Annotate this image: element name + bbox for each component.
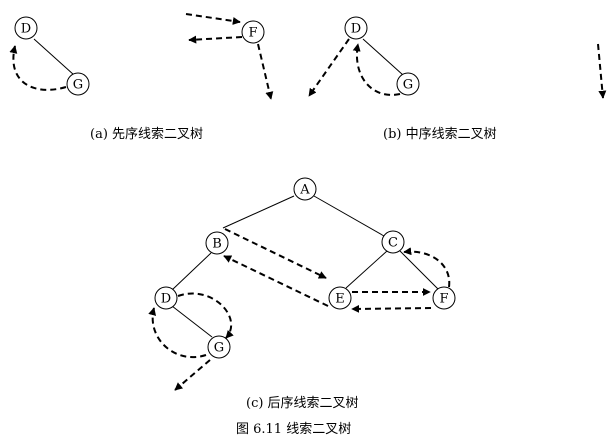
- thread-a-to-f-from-left: [185, 13, 241, 25]
- node-label-a-f: F: [248, 26, 257, 41]
- node-c-d: D: [154, 286, 178, 310]
- node-label-c-e: E: [335, 292, 345, 307]
- thread-c-f-to-e: [351, 304, 432, 313]
- caption-b: (b) 中序线索二叉树: [383, 127, 497, 142]
- node-label-c-g: G: [214, 341, 224, 356]
- node-label-c-b: B: [212, 237, 222, 252]
- diagram-c-postorder: A B C D E F G: [148, 177, 456, 391]
- thread-c-f-to-c: [403, 247, 451, 288]
- thread-c-g-to-d: [148, 307, 207, 358]
- node-label-a-d: D: [21, 22, 31, 37]
- thread-b-right: [597, 43, 607, 99]
- edge-c-c-e: [345, 250, 388, 289]
- thread-a-f-left: [188, 35, 243, 44]
- edge-b-d-g: [362, 38, 404, 76]
- thread-a-g-to-d: [9, 45, 67, 91]
- node-c-g: G: [207, 335, 231, 359]
- node-c-a: A: [293, 177, 317, 201]
- thread-c-g-out: [174, 359, 211, 391]
- node-a-g: G: [66, 72, 90, 96]
- node-label-c-c: C: [388, 236, 398, 251]
- node-c-c: C: [381, 230, 405, 254]
- edge-c-a-c: [313, 195, 385, 237]
- thread-b-g-to-d: [352, 43, 401, 96]
- node-label-b-d: D: [351, 22, 361, 37]
- edge-c-d-g: [171, 305, 213, 338]
- edge-a-d-g: [33, 38, 75, 76]
- caption-a: (a) 先序线索二叉树: [90, 127, 203, 142]
- node-b-d: D: [344, 16, 368, 40]
- caption-c: (c) 后序线索二叉树: [246, 396, 359, 411]
- edge-c-c-f: [399, 250, 439, 290]
- node-a-d: D: [14, 16, 38, 40]
- node-label-c-a: A: [299, 183, 310, 198]
- thread-c-b-to-e: [224, 228, 327, 279]
- node-b-g: G: [396, 72, 420, 96]
- node-label-c-d: D: [161, 292, 171, 307]
- thread-c-e-to-b: [223, 255, 329, 307]
- edge-c-a-b: [222, 195, 295, 229]
- node-label-b-g: G: [403, 78, 413, 93]
- node-label-c-f: F: [439, 292, 448, 307]
- node-c-e: E: [328, 286, 352, 310]
- figure-caption: 图 6.11 线索二叉树: [236, 422, 351, 437]
- node-c-b: B: [205, 231, 229, 255]
- edge-c-b-d: [171, 252, 212, 291]
- thread-b-d-left: [308, 38, 350, 97]
- node-label-a-g: G: [73, 78, 83, 93]
- diagram-a-preorder: D G F: [9, 13, 274, 100]
- node-a-f: F: [241, 20, 265, 44]
- node-c-f: F: [432, 286, 456, 310]
- diagram-b-inorder: D G: [308, 16, 607, 99]
- thread-a-f-down: [257, 43, 274, 100]
- threaded-binary-tree-figure: D G F D G (a) 先序线索二叉树 (b) 中序线索二叉树 A B C …: [9, 13, 607, 437]
